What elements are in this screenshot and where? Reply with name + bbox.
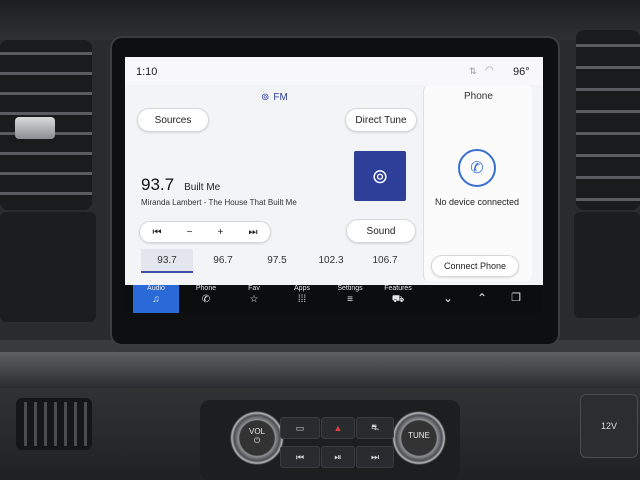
nav-phone-label: Phone — [195, 285, 217, 292]
media-icon: ▭ — [295, 422, 305, 433]
previous-track-button[interactable]: ⏮ — [280, 446, 320, 468]
phone-status: No device connected — [435, 197, 520, 207]
preset-1[interactable]: 93.7 — [141, 249, 193, 273]
now-playing: 93.7 Built Me — [141, 175, 220, 195]
power-outlet-12v[interactable]: 12V — [580, 394, 638, 458]
tune-down-button[interactable]: − — [187, 227, 193, 238]
nav-features-label: Features — [384, 285, 412, 292]
nav-apps-label: Apps — [294, 285, 310, 292]
preset-5[interactable]: 106.7 — [359, 249, 411, 271]
nav-phone[interactable]: Phone ✆ — [183, 285, 229, 313]
song-info: Miranda Lambert - The House That Built M… — [141, 198, 297, 207]
right-air-vent — [576, 30, 640, 210]
station-logo-tile: ⊚ — [354, 151, 406, 201]
station-name: Built Me — [184, 182, 221, 193]
play-pause-button[interactable]: ⏯ — [321, 446, 355, 468]
outlet-label: 12V — [600, 421, 617, 431]
traction-off-button[interactable]: ⛐ — [356, 417, 394, 439]
sliders-icon: ≡ — [347, 294, 353, 305]
preset-4[interactable]: 102.3 — [305, 249, 357, 271]
media-source-button[interactable]: ▭ — [280, 417, 320, 439]
bottom-nav-bar: Audio ♫ Phone ✆ Fav ☆ Apps ⁞⁞⁞ Settings … — [125, 285, 543, 313]
outside-temperature: 96° — [513, 66, 530, 78]
lower-air-vent — [16, 398, 92, 450]
truck-icon: ⛟ — [391, 294, 405, 305]
next-track-button[interactable]: ⏭ — [356, 446, 394, 468]
music-note-icon: ♫ — [152, 294, 160, 305]
preset-2[interactable]: 96.7 — [197, 249, 249, 271]
tune-up-button[interactable]: + — [218, 227, 224, 238]
status-bar: 1:10 ⇅ ◠ 96° — [125, 57, 543, 85]
clock: 1:10 — [136, 66, 158, 78]
broadcast-icon: ⊚ — [371, 165, 389, 188]
sound-button[interactable]: Sound — [346, 219, 416, 243]
source-indicator: ⊚ FM — [261, 92, 288, 103]
traction-off-icon: ⛐ — [371, 422, 379, 432]
phone-panel: Phone ✆ No device connected Connect Phon… — [423, 85, 532, 281]
tune-label: TUNE — [408, 431, 430, 440]
connect-phone-button[interactable]: Connect Phone — [431, 255, 519, 277]
hazard-button[interactable]: ▲ — [321, 417, 355, 439]
dashboard-top — [0, 0, 640, 40]
nav-audio[interactable]: Audio ♫ — [133, 285, 179, 313]
band-label: FM — [273, 92, 288, 103]
radio-antenna-icon: ⊚ — [261, 92, 270, 103]
dashboard-trim — [0, 352, 640, 388]
nav-fav-label: Fav — [248, 285, 260, 292]
vent-adjuster-knob[interactable] — [15, 117, 55, 139]
phone-handset-icon: ✆ — [201, 294, 211, 305]
infotainment-screen: 1:10 ⇅ ◠ 96° ⊚ FM Sources Direct Tune 93… — [125, 57, 543, 313]
screen-layout-icon[interactable]: ❐ — [493, 285, 539, 313]
transport-controls: ⏮ − + ⏭ — [139, 221, 271, 243]
signal-icon: ⇅ — [469, 66, 477, 76]
apps-grid-icon: ⁞⁞⁞ — [297, 294, 307, 305]
nav-settings-label: Settings — [337, 285, 363, 292]
nav-settings[interactable]: Settings ≡ — [327, 285, 373, 313]
direct-tune-button[interactable]: Direct Tune — [345, 108, 417, 132]
nav-audio-label: Audio — [147, 285, 165, 292]
wifi-icon: ◠ — [485, 65, 494, 76]
nav-features[interactable]: Features ⛟ — [375, 285, 421, 313]
volume-knob[interactable]: VOL ⏻ — [230, 411, 284, 465]
seek-back-button[interactable]: ⏮ — [153, 227, 162, 238]
right-dash-panel — [574, 212, 640, 318]
left-dash-panel — [0, 212, 96, 322]
vol-label: VOL — [248, 427, 265, 436]
seek-forward-button[interactable]: ⏭ — [248, 227, 257, 238]
nav-fav[interactable]: Fav ☆ — [231, 285, 277, 313]
nav-apps[interactable]: Apps ⁞⁞⁞ — [279, 285, 325, 313]
tune-knob[interactable]: TUNE — [392, 411, 446, 465]
sources-button[interactable]: Sources — [137, 108, 209, 132]
station-frequency: 93.7 — [141, 175, 175, 194]
phone-icon: ✆ — [458, 149, 496, 187]
power-icon: ⏻ — [253, 436, 261, 445]
phone-panel-title: Phone — [464, 91, 493, 102]
star-icon: ☆ — [249, 294, 259, 305]
preset-3[interactable]: 97.5 — [251, 249, 303, 271]
